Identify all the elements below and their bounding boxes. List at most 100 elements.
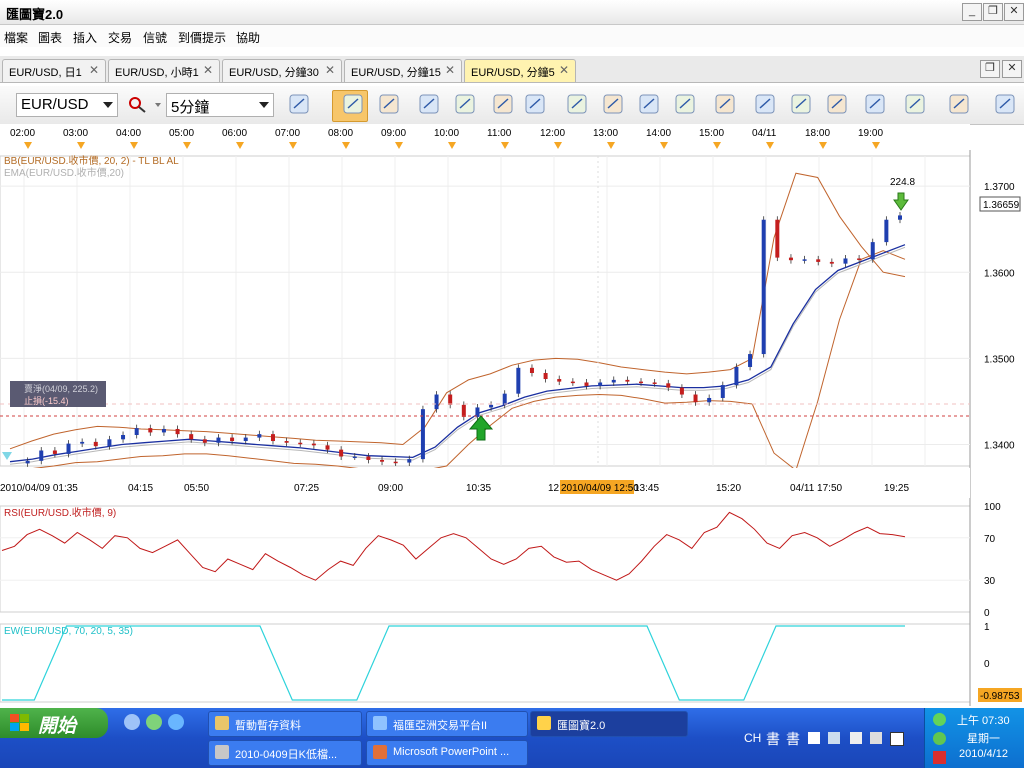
hour-marker-icon: [448, 142, 456, 149]
close-icon[interactable]: ✕: [203, 63, 213, 77]
chart-toolbar: EUR/USD 5分鐘: [0, 86, 1024, 125]
close-icon[interactable]: ✕: [445, 63, 455, 77]
task-label: 2010-0409日K低檔...: [235, 749, 338, 761]
time-tick-label: 15:00: [699, 128, 725, 139]
desktop-icon[interactable]: [124, 714, 140, 730]
hour-marker-icon: [501, 142, 509, 149]
menu-chart[interactable]: 圖表: [38, 29, 62, 46]
tab-eurusd-d1[interactable]: EUR/USD, 日1 ✕: [2, 59, 106, 82]
image-icon: [791, 94, 811, 114]
ime-tool-icon[interactable]: [850, 732, 862, 744]
messenger-icon[interactable]: [146, 714, 162, 730]
candle: [884, 216, 889, 246]
close-icon[interactable]: ✕: [559, 63, 569, 77]
task-excel-file[interactable]: 2010-0409日K低檔...: [208, 740, 362, 766]
security-icon[interactable]: [933, 751, 946, 764]
candle: [870, 238, 875, 263]
time-tick-label: 02:00: [10, 128, 36, 139]
date-tick-label: 04/11 17:50: [790, 483, 843, 494]
ime-keyboard-icon[interactable]: [870, 732, 882, 744]
ime-mode[interactable]: 書: [766, 729, 780, 749]
crosshair-date-tag: 2010/04/09 12:50: [560, 480, 639, 494]
candle-mode-button[interactable]: [332, 90, 368, 122]
time-tick-label: 10:00: [434, 128, 460, 139]
task-powerpoint[interactable]: Microsoft PowerPoint ...: [366, 740, 528, 766]
edit-icon: [639, 94, 659, 114]
ime-shape[interactable]: 書: [786, 729, 800, 749]
time-tick-label: 18:00: [805, 128, 831, 139]
task-trading-platform[interactable]: 福匯亞洲交易平台II: [366, 711, 528, 737]
close-button[interactable]: ✕: [1004, 3, 1024, 21]
restore-chart-icon[interactable]: ❐: [980, 60, 1000, 78]
start-button[interactable]: 開始: [0, 708, 108, 738]
start-label: 開始: [38, 716, 77, 737]
clock-time[interactable]: 上午 07:30: [957, 712, 1010, 728]
hour-marker-icon: [342, 142, 350, 149]
rsi-tick-label: 70: [984, 534, 996, 545]
tab-label: EUR/USD, 小時1: [115, 67, 199, 79]
ie-icon[interactable]: [168, 714, 184, 730]
menu-bar: 檔案 圖表 插入 交易 信號 到價提示 協助: [0, 25, 1024, 47]
chevron-down-icon[interactable]: [155, 103, 161, 107]
close-icon[interactable]: ✕: [89, 63, 99, 77]
pen-icon: [995, 94, 1015, 114]
hour-marker-icon: [236, 142, 244, 149]
close-chart-icon[interactable]: ✕: [1002, 60, 1022, 78]
ime-lang[interactable]: CH: [744, 731, 761, 745]
menu-trade[interactable]: 交易: [108, 29, 132, 46]
candle: [775, 216, 780, 262]
close-icon[interactable]: ✕: [325, 63, 335, 77]
restore-button[interactable]: ❐: [983, 3, 1003, 21]
time-tick-label: 07:00: [275, 128, 301, 139]
timeframe-select[interactable]: 5分鐘: [166, 93, 274, 117]
network-icon[interactable]: [933, 732, 946, 745]
im-status-icon[interactable]: [933, 713, 946, 726]
folder-icon: [215, 716, 229, 730]
menu-insert[interactable]: 插入: [73, 29, 97, 46]
fork-icon: [865, 94, 885, 114]
chevron-down-icon: [103, 102, 113, 108]
menu-price-alert[interactable]: 到價提示: [178, 29, 226, 46]
powerpoint-icon: [373, 745, 387, 759]
date-tick-label: 05:50: [184, 483, 209, 494]
hour-marker-icon: [554, 142, 562, 149]
ime-halfwidth-icon[interactable]: [808, 732, 820, 744]
help-icon[interactable]: [890, 732, 904, 746]
menu-help[interactable]: 協助: [236, 29, 260, 46]
time-tick-label: 08:00: [328, 128, 354, 139]
chevron-down-icon: [259, 102, 269, 108]
ime-punct-icon[interactable]: [828, 732, 840, 744]
window-icon: [827, 94, 847, 114]
tab-label: EUR/USD, 分鐘15: [351, 67, 441, 79]
time-tick-label: 05:00: [169, 128, 195, 139]
symbol-select[interactable]: EUR/USD: [16, 93, 118, 117]
rsi-tick-label: 30: [984, 576, 996, 587]
hour-marker-icon: [819, 142, 827, 149]
tab-eurusd-m5[interactable]: EUR/USD, 分鐘5 ✕: [464, 59, 576, 82]
tab-label: EUR/USD, 日1: [9, 67, 82, 79]
task-temp-data[interactable]: 暫動暫存資料: [208, 711, 362, 737]
task-huitubao[interactable]: 匯圖寶2.0: [530, 711, 688, 737]
tab-label: EUR/USD, 分鐘30: [229, 67, 319, 79]
time-tick-label: 19:00: [858, 128, 884, 139]
minimize-button[interactable]: _: [962, 3, 982, 21]
tab-eurusd-m30[interactable]: EUR/USD, 分鐘30 ✕: [222, 59, 342, 82]
tab-label: EUR/USD, 分鐘5: [471, 67, 555, 79]
globe-icon: [715, 94, 735, 114]
hour-marker-icon: [766, 142, 774, 149]
hour-marker-icon: [872, 142, 880, 149]
symbol-value: EUR/USD: [21, 96, 89, 113]
lens-tool-icon[interactable]: [128, 96, 148, 114]
menu-signal[interactable]: 信號: [143, 29, 167, 46]
task-label: 暫動暫存資料: [235, 720, 301, 732]
document-icon: [215, 745, 229, 759]
ew-legend: EW(EUR/USD, 70, 20, 5, 35): [4, 626, 133, 637]
eye-icon: [675, 94, 695, 114]
chart-area[interactable]: 1.3700 1.3600 1.3500 1.3400 賣淨(04/09, 225.2)…: [0, 150, 1024, 706]
tab-eurusd-m15[interactable]: EUR/USD, 分鐘15 ✕: [344, 59, 462, 82]
toolbar-icons: [289, 94, 1015, 114]
crosshair-icon: [603, 94, 623, 114]
time-tick-label: 11:00: [487, 128, 512, 139]
menu-file[interactable]: 檔案: [4, 29, 28, 46]
tab-eurusd-h1[interactable]: EUR/USD, 小時1 ✕: [108, 59, 220, 82]
